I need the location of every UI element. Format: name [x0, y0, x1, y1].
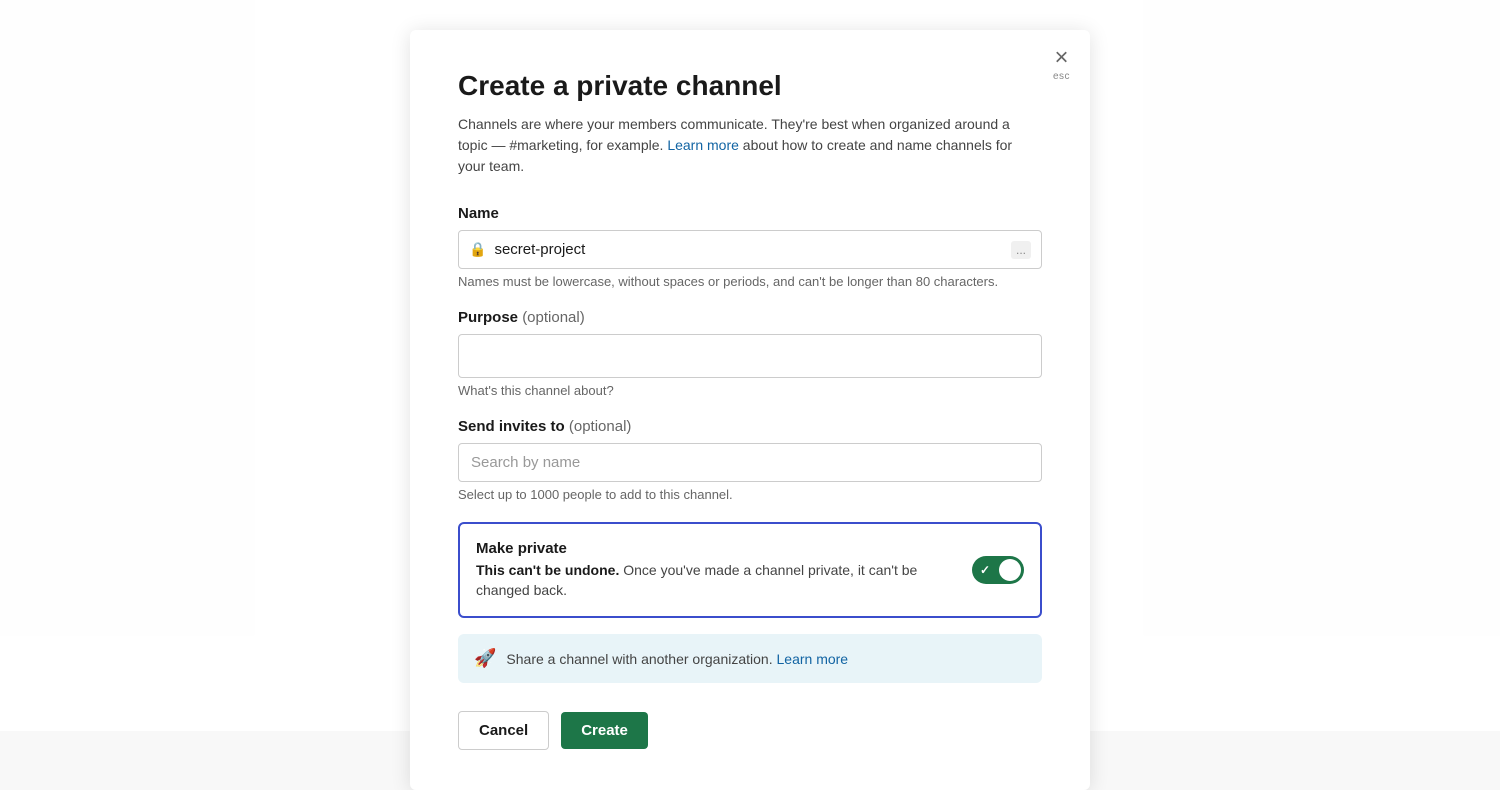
search-by-name-input[interactable] [458, 443, 1042, 482]
share-channel-text: Share a channel with another organizatio… [506, 651, 848, 667]
send-invites-hint: Select up to 1000 people to add to this … [458, 487, 1042, 502]
close-icon: × [1054, 46, 1068, 70]
make-private-title: Make private [476, 540, 956, 557]
name-field-hint: Names must be lowercase, without spaces … [458, 274, 1042, 289]
name-label: Name [458, 205, 1042, 222]
close-button[interactable]: × esc [1053, 46, 1070, 82]
modal-title: Create a private channel [458, 70, 1042, 102]
make-private-toggle[interactable]: ✓ [972, 556, 1024, 584]
esc-label: esc [1053, 72, 1070, 82]
channel-name-input[interactable] [494, 231, 1011, 268]
char-counter: ... [1011, 241, 1031, 259]
make-private-box: Make private This can't be undone. Once … [458, 522, 1042, 618]
modal-description: Channels are where your members communic… [458, 114, 1042, 177]
purpose-label: Purpose (optional) [458, 309, 1042, 326]
send-invites-optional: (optional) [569, 418, 632, 435]
purpose-field-hint: What's this channel about? [458, 383, 1042, 398]
make-private-description: This can't be undone. Once you've made a… [476, 561, 956, 600]
send-invites-label: Send invites to (optional) [458, 418, 1042, 435]
purpose-optional: (optional) [522, 309, 585, 326]
rocket-icon: 🚀 [474, 648, 496, 669]
share-channel-box: 🚀 Share a channel with another organizat… [458, 634, 1042, 683]
send-invites-field-group: Send invites to (optional) Select up to … [458, 418, 1042, 502]
make-private-bold: This can't be undone. [476, 562, 619, 578]
name-field-group: Name 🔒 ... Names must be lowercase, with… [458, 205, 1042, 289]
modal-overlay: × esc Create a private channel Channels … [0, 0, 1500, 731]
purpose-field-group: Purpose (optional) What's this channel a… [458, 309, 1042, 398]
create-channel-modal: × esc Create a private channel Channels … [410, 30, 1090, 790]
make-private-text: Make private This can't be undone. Once … [476, 540, 956, 600]
learn-more-link-1[interactable]: Learn more [667, 137, 739, 153]
purpose-input[interactable] [458, 334, 1042, 378]
share-channel-learn-more[interactable]: Learn more [777, 651, 849, 667]
toggle-slider: ✓ [972, 556, 1024, 584]
lock-icon: 🔒 [469, 241, 486, 258]
toggle-check-icon: ✓ [980, 563, 990, 577]
name-input-wrapper: 🔒 ... [458, 230, 1042, 269]
